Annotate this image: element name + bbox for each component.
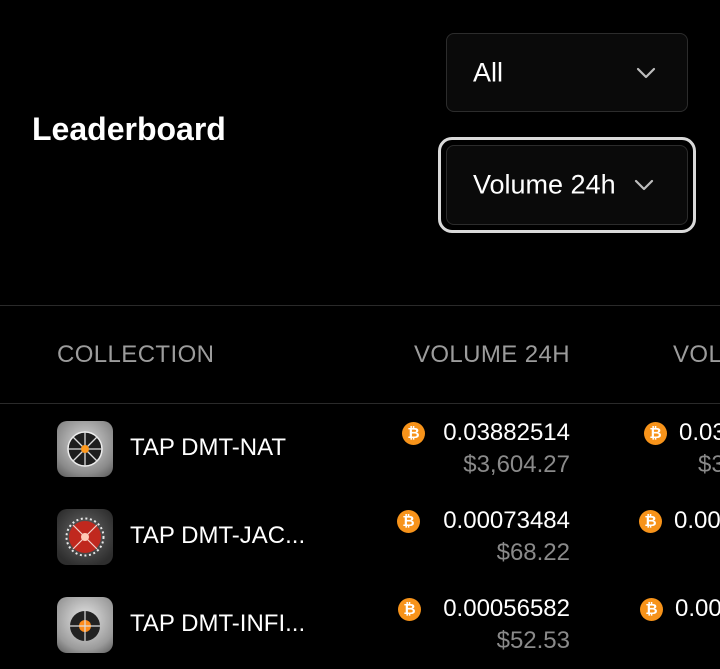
bitcoin-icon [639,510,662,533]
table-row[interactable]: TAP DMT-JAC... 0.00073484 $68.22 0.00 [0,493,720,581]
metric-select[interactable]: Volume 24h [446,145,688,225]
volume-24h-btc: 0.03882514 [443,419,570,446]
collection-avatar [57,421,113,477]
collection-image [70,611,100,641]
chevron-down-icon [636,67,656,78]
volume-btc: 0.00 [674,507,720,534]
divider [0,403,720,404]
collection-image [67,431,103,467]
volume-24h-usd: $3,604.27 [463,451,570,478]
volume-24h-usd: $68.22 [496,539,570,566]
collection-avatar [57,597,113,653]
volume-24h-btc: 0.00073484 [443,507,570,534]
bitcoin-icon [640,598,663,621]
chevron-down-icon [634,179,654,191]
page-title: Leaderboard [32,111,226,147]
table-row[interactable]: TAP DMT-NAT 0.03882514 $3,604.27 0.03 $3 [0,405,720,493]
volume-btc: 0.00 [675,595,720,622]
volume-usd: $3 [698,451,720,478]
column-header-volume-24h[interactable]: VOLUME 24H [414,340,570,370]
volume-btc: 0.03 [679,419,720,446]
divider [0,305,720,306]
volume-24h-btc: 0.00056582 [443,595,570,622]
collection-name[interactable]: TAP DMT-INFI... [130,609,305,639]
bitcoin-icon [398,598,421,621]
bitcoin-icon [402,422,425,445]
scope-select[interactable]: All [446,33,688,112]
column-header-collection[interactable]: COLLECTION [57,340,214,370]
volume-24h-usd: $52.53 [496,627,570,654]
collection-name[interactable]: TAP DMT-NAT [130,433,286,463]
bitcoin-icon [397,510,420,533]
metric-select-value: Volume 24h [473,169,616,200]
collection-avatar [57,509,113,565]
column-header-volume[interactable]: VOL [673,340,720,370]
table-row[interactable]: TAP DMT-INFI... 0.00056582 $52.53 0.00 [0,581,720,669]
collection-image [65,517,105,557]
collection-name[interactable]: TAP DMT-JAC... [130,521,305,551]
scope-select-value: All [473,57,504,87]
bitcoin-icon [644,422,667,445]
